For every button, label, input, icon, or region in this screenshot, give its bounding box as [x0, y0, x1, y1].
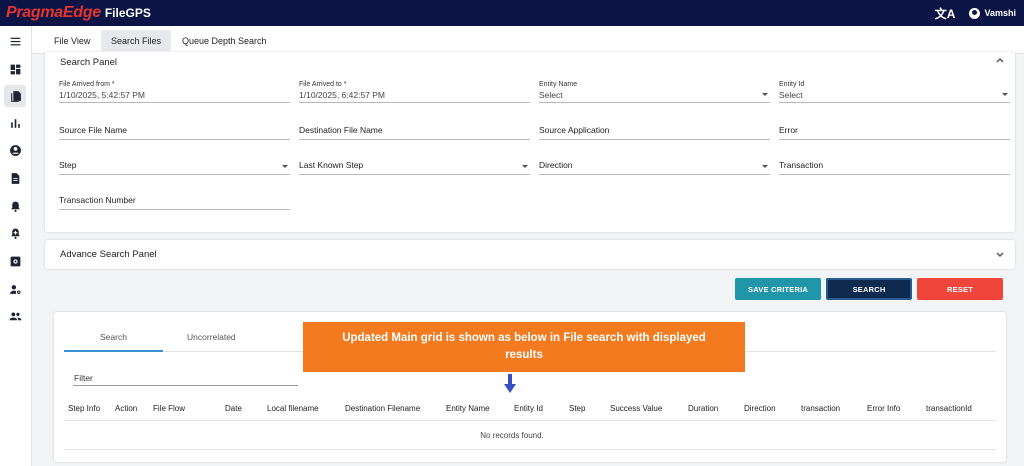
field-placeholder: Transaction Number — [59, 195, 136, 205]
table-bottom-divider — [64, 449, 996, 450]
column-header-date[interactable]: Date — [225, 404, 242, 413]
results-tab-uncorrelated[interactable]: Uncorrelated — [187, 332, 236, 342]
tab-file-view[interactable]: File View — [44, 30, 100, 51]
product-name: FileGPS — [104, 6, 151, 20]
column-header-entity-name[interactable]: Entity Name — [446, 404, 490, 413]
direction-select[interactable]: Direction — [539, 153, 770, 175]
brand-logo: PragmaEdge — [6, 4, 101, 21]
column-header-step-info[interactable]: Step Info — [68, 404, 100, 413]
chevron-up-icon[interactable] — [995, 55, 1005, 65]
alert-icon[interactable] — [4, 195, 26, 217]
dashboard-icon[interactable] — [4, 58, 26, 80]
field-label: File Arrived to * — [299, 81, 347, 88]
field-placeholder: Error — [779, 125, 798, 135]
field-placeholder: Last Known Step — [299, 160, 364, 170]
field-placeholder: Source Application — [539, 125, 610, 135]
field-value: Select — [779, 90, 803, 100]
annotation-arrow-down-icon — [504, 384, 516, 393]
column-header-local-filename[interactable]: Local filename — [267, 404, 319, 413]
field-placeholder: Destination File Name — [299, 125, 383, 135]
document-icon[interactable] — [4, 167, 26, 189]
file-arrived-to-field[interactable]: File Arrived to * 1/10/2025, 6:42:57 PM — [299, 81, 530, 103]
column-header-entity-id[interactable]: Entity Id — [514, 404, 543, 413]
search-panel-title: Search Panel — [60, 57, 118, 68]
error-field[interactable]: Error — [779, 118, 1010, 140]
field-placeholder: Source File Name — [59, 125, 128, 135]
dropdown-arrow-icon — [762, 165, 768, 168]
sidebar — [0, 26, 32, 466]
menu-icon[interactable] — [4, 30, 26, 52]
field-label: File Arrived from * — [59, 81, 115, 88]
column-header-direction[interactable]: Direction — [744, 404, 776, 413]
field-placeholder: Transaction — [779, 160, 824, 170]
settings-box-icon[interactable] — [4, 250, 26, 272]
dropdown-arrow-icon — [1002, 93, 1008, 96]
account-icon — [969, 7, 981, 19]
empty-table-message: No records found. — [480, 431, 544, 440]
field-label: Entity Name — [539, 81, 578, 88]
user-name: Vamshi — [984, 8, 1016, 18]
user-menu[interactable]: Vamshi — [969, 7, 1016, 19]
reset-button[interactable]: RESET — [917, 278, 1003, 300]
field-placeholder: Direction — [539, 160, 573, 170]
field-value: Select — [539, 90, 563, 100]
results-tab-search[interactable]: Search — [100, 332, 127, 342]
last-known-step-select[interactable]: Last Known Step — [299, 153, 530, 175]
column-header-duration[interactable]: Duration — [688, 404, 718, 413]
save-criteria-button[interactable]: SAVE CRITERIA — [735, 278, 821, 300]
tab-search-files[interactable]: Search Files — [101, 30, 172, 51]
dropdown-arrow-icon — [282, 165, 288, 168]
files-icon[interactable] — [4, 85, 26, 107]
source-application-field[interactable]: Source Application — [539, 118, 770, 140]
column-header-error-info[interactable]: Error Info — [867, 404, 900, 413]
entity-id-select[interactable]: Entity Id Select — [779, 81, 1010, 103]
search-button[interactable]: SEARCH — [826, 278, 912, 300]
advance-panel-title: Advance Search Panel — [60, 249, 157, 260]
step-select[interactable]: Step — [59, 153, 290, 175]
bar-chart-icon[interactable] — [4, 112, 26, 134]
topbar-actions: 文A Vamshi — [935, 0, 1016, 26]
advance-search-panel[interactable]: Advance Search Panel — [45, 240, 1015, 269]
column-header-file-flow[interactable]: File Flow — [153, 404, 185, 413]
field-value: 1/10/2025, 5:42:57 PM — [59, 90, 146, 100]
file-arrived-from-field[interactable]: File Arrived from * 1/10/2025, 5:42:57 P… — [59, 81, 290, 103]
column-header-transaction[interactable]: transaction — [801, 404, 840, 413]
column-header-action[interactable]: Action — [115, 404, 137, 413]
entity-name-select[interactable]: Entity Name Select — [539, 81, 770, 103]
chevron-down-icon[interactable] — [995, 250, 1005, 260]
people-icon[interactable] — [4, 305, 26, 327]
top-app-bar: PragmaEdge FileGPS 文A Vamshi — [0, 0, 1024, 26]
field-value: 1/10/2025, 6:42:57 PM — [299, 90, 386, 100]
filter-placeholder: Filter — [74, 373, 93, 383]
account-circle-icon[interactable] — [4, 139, 26, 161]
tab-queue-depth-search[interactable]: Queue Depth Search — [172, 30, 277, 51]
search-panel: Search Panel File Arrived from * 1/10/20… — [45, 52, 1015, 232]
column-header-transaction-id[interactable]: transactionId — [926, 404, 972, 413]
active-tab-indicator — [64, 350, 163, 352]
filter-input[interactable]: Filter — [73, 372, 298, 386]
column-header-step[interactable]: Step — [569, 404, 585, 413]
top-tabs: File View Search Files Queue Depth Searc… — [32, 26, 1024, 54]
dropdown-arrow-icon — [762, 93, 768, 96]
translate-icon[interactable]: 文A — [935, 5, 956, 22]
user-settings-icon[interactable] — [4, 278, 26, 300]
source-file-name-field[interactable]: Source File Name — [59, 118, 290, 140]
dropdown-arrow-icon — [522, 165, 528, 168]
column-header-destination-filename[interactable]: Destination Filename — [345, 404, 420, 413]
transaction-field[interactable]: Transaction — [779, 153, 1010, 175]
transaction-number-field[interactable]: Transaction Number — [59, 188, 290, 210]
table-header-divider — [64, 420, 996, 421]
column-header-success-value[interactable]: Success Value — [610, 404, 662, 413]
destination-file-name-field[interactable]: Destination File Name — [299, 118, 530, 140]
annotation-text: Updated Main grid is shown as below in F… — [342, 332, 706, 361]
field-placeholder: Step — [59, 160, 77, 170]
annotation-callout: Updated Main grid is shown as below in F… — [303, 322, 745, 372]
alert-add-icon[interactable] — [4, 222, 26, 244]
field-label: Entity Id — [779, 81, 805, 88]
